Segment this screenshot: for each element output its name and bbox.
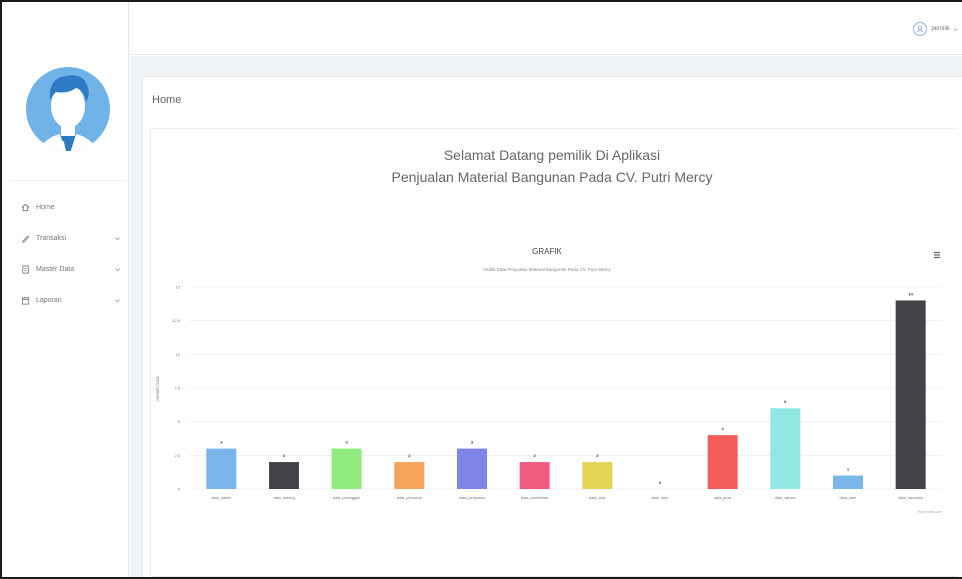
chart-data-label: 3 [471,440,474,445]
chart-x-tick-label: data_retur [651,496,669,500]
chart-bar-data_jenis[interactable] [707,435,738,489]
user-avatar-icon [26,67,110,151]
sidebar-item-label: Home [36,204,55,211]
sidebar-item-transaksi[interactable]: Transaksi [2,223,129,254]
chart-bar-data_stok[interactable] [582,462,613,489]
sidebar: Home Transaksi Master Data Laporan [2,2,129,577]
sidebar-divider [10,180,126,181]
chart-data-label: 14 [908,291,913,296]
sidebar-item-label: Master Data [36,266,75,273]
chart-bar-data_pemasok[interactable] [394,462,425,489]
user-icon [913,22,928,36]
sidebar-item-home[interactable]: Home [2,192,129,223]
chart-data-label: 0 [659,480,662,485]
chart-y-tick-label: 2.5 [174,453,180,458]
chart-x-tick-label: data_pemasok [397,496,422,500]
chevron-down-icon [115,299,120,303]
chart-bar-data_barang[interactable] [269,462,299,489]
chart-y-tick-label: 5 [178,419,181,424]
chart-data-label: 6 [784,399,787,404]
chart-y-axis-label: Jumlah Data [155,376,160,402]
chevron-down-icon [115,237,120,241]
chart-data-label: 1 [847,467,850,472]
chart-y-tick-label: 12.5 [172,318,181,323]
chart-bar-data_transaksi[interactable] [895,300,926,489]
card-divider [152,576,958,577]
document-icon [20,265,30,275]
user-name: pemilik [931,26,950,32]
chart-bar-data_user[interactable] [833,475,863,489]
chart-x-tick-label: data_jenis [714,496,731,500]
chart-x-tick-label: data_stok [589,496,606,500]
welcome-line-1: Selamat Datang pemilik Di Aplikasi [443,147,661,163]
user-menu[interactable]: pemilik [913,22,958,36]
chevron-down-icon [115,268,120,272]
chart-bar-data_penjualan[interactable] [457,448,487,489]
welcome-message: Selamat Datang pemilik Di Aplikasi Penju… [302,144,802,188]
sidebar-item-label: Laporan [36,297,62,304]
sidebar-item-label: Transaksi [36,235,67,242]
chart-data-label: 3 [220,440,223,445]
page-title: Home [152,94,182,106]
chart-title: GRAFIK [532,247,562,256]
chart-y-tick-label: 0 [178,487,181,492]
app-window: Home Transaksi Master Data Laporan pemil… [0,0,962,579]
sidebar-item-master-data[interactable]: Master Data [2,254,129,285]
chevron-down-icon [953,27,958,31]
chart-y-tick-label: 15 [176,285,181,290]
sidebar-item-laporan[interactable]: Laporan [2,285,129,316]
calendar-icon [20,296,30,306]
chart-credits: Highcharts.com [918,510,942,514]
chart-x-tick-label: data_barang [273,496,294,500]
chart-x-tick-label: data_satuan [775,496,796,500]
chart-bar-data_pelanggan[interactable] [331,448,362,489]
chart-x-tick-label: data_user [840,496,858,500]
chart-bar-data_pembelian[interactable] [519,462,550,489]
chart-x-tick-label: data_pelanggan [333,496,360,500]
chart-data-label: 3 [346,440,349,445]
chart-bar-data_admin[interactable] [206,448,237,489]
chart-menu-icon[interactable] [932,250,942,260]
chart-bar-data_satuan[interactable] [770,408,801,489]
sidebar-nav: Home Transaksi Master Data Laporan [2,192,129,316]
chart-y-tick-label: 10 [176,352,181,357]
chart-y-tick-label: 7.5 [174,386,180,391]
bar-chart: GRAFIK Grafik Data Penjualan Material Ba… [155,247,942,514]
chart-data-label: 4 [722,426,725,431]
chart-x-tick-label: data_transaksi [898,496,923,500]
chart-x-tick-label: data_penjualan [459,496,485,500]
pencil-icon [20,234,30,244]
topbar: pemilik [130,2,962,55]
chart-x-tick-label: data_admin [211,496,231,500]
welcome-line-2: Penjualan Material Bangunan Pada CV. Put… [391,169,713,185]
chart-x-tick-label: data_pembelian [521,496,548,500]
chart-subtitle: Grafik Data Penjualan Material Bangunan … [483,267,611,272]
home-icon [20,203,30,213]
